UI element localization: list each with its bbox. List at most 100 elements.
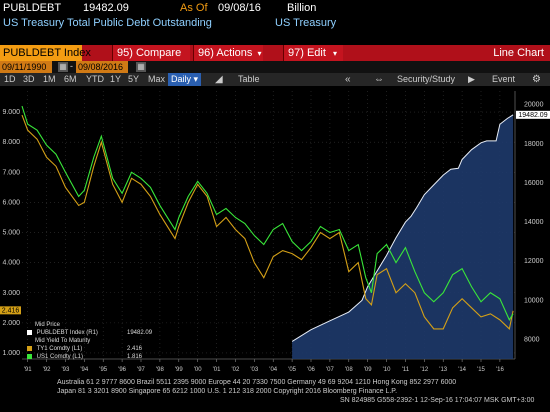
edit-label: 97) Edit [288, 47, 326, 59]
left-tick-label: 6.000 [2, 199, 20, 206]
footer-line-2: Japan 81 3 3201 8900 Singapore 65 6212 1… [57, 388, 398, 395]
security-study-button[interactable]: Security/Study [397, 73, 455, 86]
fit-icon[interactable]: ⇔ [374, 73, 384, 86]
legend-row: Mid Yield To Maturity [27, 337, 167, 345]
chart-type-label: Line Chart [493, 47, 544, 59]
chevron-down-icon: ▾ [332, 49, 337, 58]
left-tick-label: 1.000 [2, 350, 20, 357]
double-chevron-left-icon[interactable]: « [345, 73, 351, 86]
description: US Treasury Total Public Debt Outstandin… [3, 17, 212, 29]
left-tick-label: 7.000 [2, 169, 20, 176]
index-field[interactable]: PUBLDEBT Index [0, 45, 91, 61]
footer: Australia 61 2 9777 8600 Brazil 5511 239… [0, 375, 550, 412]
x-tick-label: '03 [250, 367, 258, 373]
last-value: 19482.09 [83, 2, 129, 14]
security-description: US Treasury Total Public Debt Outstandin… [0, 16, 550, 31]
legend-label: PUBLDEBT Index (R1) [36, 330, 98, 336]
right-tick-label: 8000 [524, 336, 540, 343]
actions-label: 96) Actions [198, 47, 253, 59]
footer-line-1: Australia 61 2 9777 8600 Brazil 5511 239… [57, 379, 457, 386]
x-tick-label: '02 [232, 367, 240, 373]
left-tick-label: 9.000 [2, 109, 20, 116]
right-tick-label: 12000 [524, 258, 544, 265]
range-1d[interactable]: 1D [4, 73, 16, 86]
legend-swatch [27, 353, 32, 359]
legend-value: 2.416 [127, 346, 143, 352]
x-tick-label: '99 [175, 367, 183, 373]
x-tick-label: '06 [307, 367, 315, 373]
ticker: PUBLDEBT [3, 2, 62, 14]
legend-label: Mid Yield To Maturity [35, 338, 91, 344]
x-tick-label: '95 [99, 367, 107, 373]
x-tick-label: '96 [118, 367, 126, 373]
range-ytd[interactable]: YTD [86, 73, 104, 86]
x-tick-label: '07 [326, 367, 334, 373]
chart-legend: Mid Price PUBLDEBT Index (R1) 19482.09 M… [27, 321, 167, 361]
compare-label: 95) Compare [117, 47, 182, 59]
x-tick-label: '14 [458, 367, 466, 373]
left-tick-label: 2.000 [2, 320, 20, 327]
range-5y[interactable]: 5Y [128, 73, 139, 86]
calendar-icon[interactable]: ▦ [58, 62, 68, 72]
calendar-icon[interactable]: ▦ [136, 62, 146, 72]
event-icon[interactable]: ▶ [468, 73, 475, 86]
period-label: Daily [171, 74, 192, 84]
chevron-down-icon: ▾ [257, 49, 262, 58]
right-tick-label: 10000 [524, 297, 544, 304]
legend-value: 1.816 [127, 354, 143, 360]
legend-label: TY1 Comdty (L1) [36, 346, 83, 352]
right-tick-label: 16000 [524, 180, 544, 187]
start-date-field[interactable]: 09/11/1990 [0, 61, 52, 73]
left-last-price-value: 2.416 [2, 307, 20, 314]
legend-row: PUBLDEBT Index (R1) 19482.09 [27, 329, 167, 337]
x-tick-label: '08 [345, 367, 353, 373]
range-3d[interactable]: 3D [23, 73, 35, 86]
right-tick-label: 18000 [524, 141, 544, 148]
x-tick-label: '11 [402, 367, 410, 373]
x-tick-label: '00 [194, 367, 202, 373]
date-separator: - [70, 61, 73, 71]
legend-title: Mid Price [35, 322, 61, 328]
x-tick-label: '98 [156, 367, 164, 373]
legend-row: TY1 Comdty (L1) 2.416 [27, 345, 167, 353]
gear-icon[interactable]: ⚙ [532, 73, 541, 86]
edit-button[interactable]: 97) Edit ▾ [283, 45, 343, 61]
menu-bar: PUBLDEBT Index 95) Compare 96) Actions ▾… [0, 45, 550, 61]
x-tick-label: '09 [364, 367, 372, 373]
legend-value: 19482.09 [127, 330, 153, 336]
table-button[interactable]: Table [238, 73, 260, 86]
left-tick-label: 8.000 [2, 139, 20, 146]
range-toolbar: 1D 3D 1M 6M YTD 1Y 5Y Max Daily ▾ ◢ Tabl… [0, 73, 550, 86]
x-tick-label: '97 [137, 367, 145, 373]
date-range-row: 09/11/1990 ▦ - 09/08/2016 ▦ [0, 61, 550, 73]
as-of-label: As Of [180, 2, 208, 14]
chevron-down-icon: ▾ [193, 74, 199, 84]
x-tick-label: '12 [420, 367, 428, 373]
right-last-price-value: 19482.09 [518, 112, 547, 119]
x-tick-label: '13 [439, 367, 447, 373]
right-tick-label: 20000 [524, 102, 544, 109]
left-tick-label: 4.000 [2, 260, 20, 267]
event-button[interactable]: Event [492, 73, 515, 86]
range-1m[interactable]: 1M [43, 73, 56, 86]
period-select[interactable]: Daily ▾ [168, 73, 202, 86]
legend-swatch [27, 345, 32, 351]
range-6m[interactable]: 6M [64, 73, 77, 86]
compare-button[interactable]: 95) Compare [112, 45, 190, 61]
range-max[interactable]: Max [148, 73, 165, 86]
unit-label: Billion [287, 2, 317, 14]
x-tick-label: '93 [62, 367, 70, 373]
actions-button[interactable]: 96) Actions ▾ [193, 45, 263, 61]
end-date-field[interactable]: 09/08/2016 [76, 61, 128, 73]
x-tick-label: '01 [213, 367, 221, 373]
x-tick-label: '91 [24, 367, 32, 373]
mountain-chart-icon[interactable]: ◢ [215, 73, 223, 86]
x-tick-label: '16 [496, 367, 504, 373]
left-tick-label: 3.000 [2, 290, 20, 297]
x-tick-label: '04 [269, 367, 277, 373]
left-tick-label: 5.000 [2, 230, 20, 237]
security-header: PUBLDEBT 19482.09 As Of 09/08/16 Billion [0, 0, 550, 16]
x-tick-label: '15 [477, 367, 485, 373]
right-tick-label: 14000 [524, 219, 544, 226]
range-1y[interactable]: 1Y [110, 73, 121, 86]
